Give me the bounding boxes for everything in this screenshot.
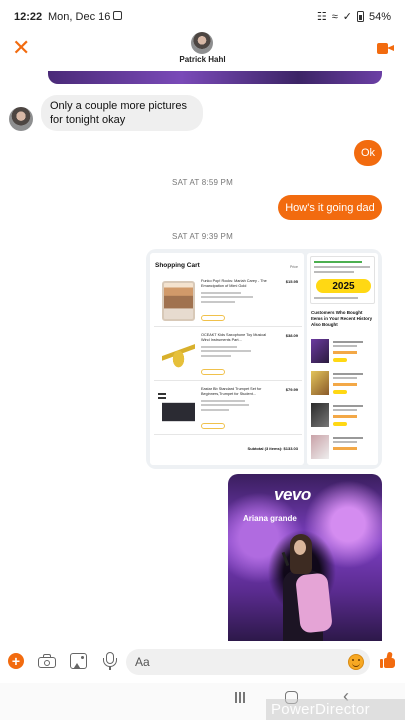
cart-title: Shopping Cart: [155, 262, 200, 269]
emoji-icon[interactable]: [348, 654, 364, 670]
recommendations-panel: 2025 Customers Who Bought Items in Your …: [307, 253, 378, 465]
item-price: $79.99: [285, 387, 298, 392]
incoming-message[interactable]: Only a couple more pictures for tonight …: [41, 95, 203, 131]
recommendation-item: [311, 371, 374, 399]
quantity-stepper: [201, 315, 225, 321]
recommendations-title: Customers Who Bought Items in Your Recen…: [311, 310, 373, 327]
cart-item: OCEAKT Kids Saxophone Toy Musical Wind I…: [154, 329, 302, 381]
item-name: Funko Pop! Rocks: Mariah Carey - The Ema…: [201, 279, 267, 288]
cart-panel: Shopping Cart Price Funko Pop! Rocks: Ma…: [150, 253, 304, 465]
recommendation-item: [311, 339, 374, 367]
product-image: [311, 403, 329, 427]
sender-avatar[interactable]: [9, 107, 33, 131]
message-input[interactable]: [126, 649, 370, 675]
outgoing-message[interactable]: How's it going dad: [278, 195, 382, 220]
status-time: 12:22: [14, 11, 43, 23]
gallery-icon[interactable]: [70, 653, 87, 669]
product-image: [311, 371, 329, 395]
product-image: [311, 435, 329, 459]
cart-item: Eastar Bb Standard Trumpet Set for Begin…: [154, 383, 302, 435]
item-price: $38.09: [285, 333, 298, 338]
product-image: [162, 281, 195, 321]
chat-header: ✕ Patrick Hahl: [0, 32, 405, 72]
battery-level: 54%: [368, 10, 391, 23]
cart-item: Funko Pop! Rocks: Mariah Carey - The Ema…: [154, 275, 302, 327]
item-price: $15.95: [285, 279, 298, 284]
wifi-icon: ≈: [331, 10, 338, 23]
notification-icon: [113, 11, 122, 20]
vibrate-icon: ☷: [316, 11, 327, 23]
item-name: Eastar Bb Standard Trumpet Set for Begin…: [201, 387, 262, 396]
watermark: PowerDirector: [266, 699, 405, 720]
quantity-stepper: [201, 423, 225, 429]
subtotal-box: 2025: [310, 256, 375, 304]
message-timestamp: SAT AT 9:39 PM: [172, 232, 233, 241]
vevo-media-card[interactable]: vevo Ariana grande: [228, 474, 382, 642]
promo-banner: 2025: [316, 279, 371, 293]
microphone-prop: [281, 551, 290, 567]
recents-icon[interactable]: [234, 692, 246, 703]
singer-face: [294, 540, 306, 555]
vevo-logo: vevo: [274, 485, 311, 504]
signal-icon: ✓: [342, 11, 352, 23]
previous-media-attachment[interactable]: [48, 71, 382, 84]
item-name: OCEAKT Kids Saxophone Toy Musical Wind I…: [201, 333, 267, 342]
status-date: Mon, Dec 16: [48, 11, 111, 23]
product-image: [162, 335, 195, 375]
recommendation-item: [311, 435, 374, 463]
contact-avatar[interactable]: [191, 32, 213, 54]
battery-icon: [356, 11, 364, 22]
cart-subtotal: Subtotal (3 items): $133.03: [247, 446, 298, 451]
product-image: [311, 339, 329, 363]
message-composer: +: [0, 641, 405, 683]
camera-icon[interactable]: [38, 654, 56, 668]
shared-screenshot-image[interactable]: Shopping Cart Price Funko Pop! Rocks: Ma…: [146, 249, 382, 469]
product-image: [162, 389, 195, 429]
cart-price-header: Price: [290, 265, 298, 269]
outgoing-message[interactable]: Ok: [354, 140, 382, 166]
recommendation-item: [311, 403, 374, 431]
artist-name: Ariana grande: [243, 514, 297, 523]
video-call-icon[interactable]: [377, 43, 394, 54]
like-icon[interactable]: [380, 651, 396, 669]
plus-icon[interactable]: +: [8, 653, 24, 669]
contact-name[interactable]: Patrick Hahl: [0, 55, 405, 64]
microphone-icon[interactable]: [103, 652, 117, 671]
message-timestamp: SAT AT 8:59 PM: [172, 178, 233, 187]
singer-jacket: [295, 572, 333, 634]
quantity-stepper: [201, 369, 225, 375]
status-bar: 12:22 Mon, Dec 16 ☷ ≈ ✓ 54%: [0, 0, 405, 34]
status-right: ☷ ≈ ✓ 54%: [316, 10, 391, 24]
